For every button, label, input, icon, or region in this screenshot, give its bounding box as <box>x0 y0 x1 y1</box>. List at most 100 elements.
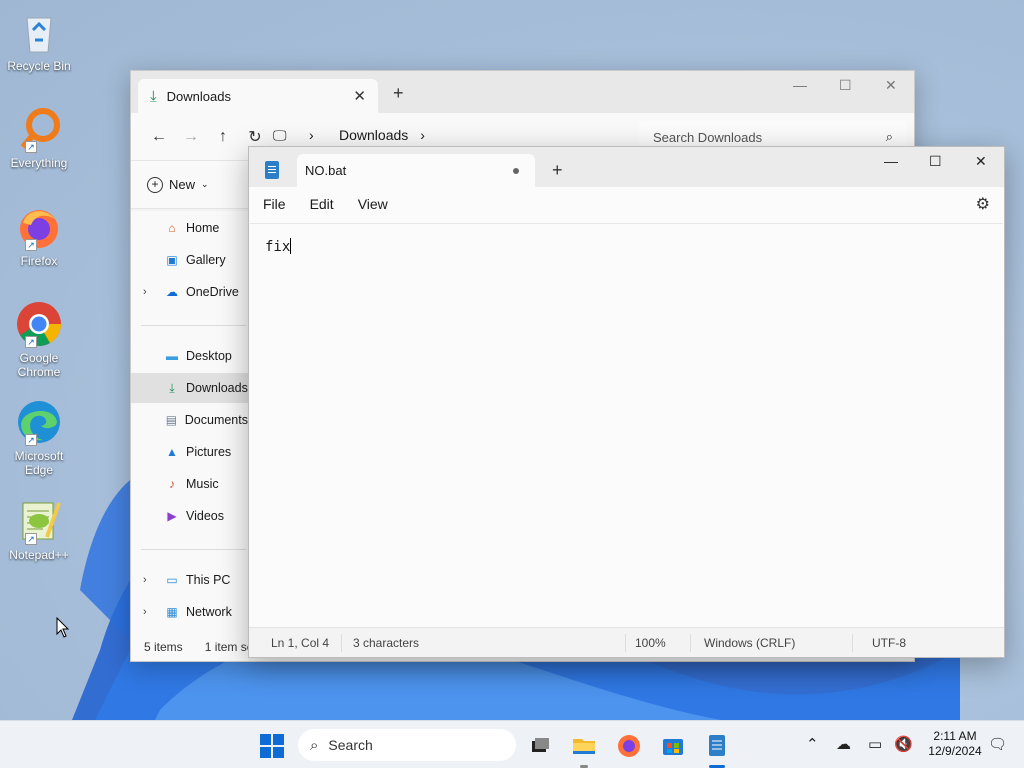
mouse-cursor-icon <box>56 617 70 638</box>
zoom-level[interactable]: 100% <box>635 636 666 650</box>
chrome-icon: ↗ <box>15 300 63 348</box>
sidebar-item-desktop[interactable]: ▬ Desktop <box>131 341 248 371</box>
cloud-offline-icon[interactable]: ☁ <box>836 735 851 753</box>
home-icon: ⌂ <box>168 221 176 235</box>
edge-icon: ↗ <box>15 398 63 446</box>
sidebar-item-music[interactable]: ♪ Music <box>131 469 248 499</box>
maximize-button[interactable]: ☐ <box>929 153 942 170</box>
sidebar-item-label: Home <box>186 221 220 235</box>
desktop-icon-edge[interactable]: ↗ Microsoft Edge <box>4 398 74 477</box>
sidebar-item-documents[interactable]: ▤ Documents <box>131 405 248 435</box>
desktop-icon-firefox[interactable]: ↗ Firefox <box>4 203 74 268</box>
sidebar-item-home[interactable]: ⌂ Home <box>131 213 248 243</box>
download-icon: ⤓ <box>169 380 175 395</box>
sidebar-item-label: Downloads <box>186 381 248 395</box>
settings-gear-icon[interactable]: ⚙ <box>976 194 990 214</box>
refresh-button[interactable]: ↻ <box>239 127 271 147</box>
desktop-icon-chrome[interactable]: ↗ Google Chrome <box>4 300 74 379</box>
menu-edit[interactable]: Edit <box>310 196 334 212</box>
windows-logo-icon <box>273 734 284 745</box>
sidebar-item-this-pc[interactable]: › ▭ This PC <box>131 565 248 595</box>
windows-logo-icon <box>273 747 284 758</box>
start-button[interactable] <box>260 734 284 758</box>
notifications-icon[interactable]: 🗨 <box>988 735 1007 753</box>
sidebar-item-downloads[interactable]: ⤓ Downloads <box>131 373 248 403</box>
sidebar-item-label: Videos <box>186 509 224 523</box>
breadcrumb-downloads[interactable]: Downloads <box>339 127 408 143</box>
selected-count: 1 item se <box>204 640 248 654</box>
close-tab-icon[interactable]: ✕ <box>353 87 366 105</box>
breadcrumb[interactable]: 🖵 › Downloads › <box>273 127 425 144</box>
minimize-button[interactable]: — <box>884 153 898 169</box>
firefox-taskbar-icon[interactable] <box>615 731 643 759</box>
sidebar-item-network[interactable]: › ▦ Network <box>131 597 248 627</box>
download-icon: ⤓ <box>150 87 157 105</box>
sidebar-item-pictures[interactable]: ▲ Pictures <box>131 437 248 467</box>
menu-file[interactable]: File <box>263 196 286 212</box>
close-window-button[interactable]: ✕ <box>885 77 897 94</box>
sidebar-item-gallery[interactable]: ▣ Gallery <box>131 245 248 275</box>
up-button[interactable]: ↑ <box>207 128 239 146</box>
notepad-title-bar: NO.bat + — ☐ ✕ <box>249 147 1004 187</box>
maximize-button[interactable]: ☐ <box>839 77 852 94</box>
chevron-down-icon: ⌄ <box>201 179 209 189</box>
taskbar-search-label: Search <box>328 737 373 753</box>
encoding[interactable]: UTF-8 <box>872 636 906 650</box>
firefox-icon: ↗ <box>15 203 63 251</box>
notepad-taskbar-icon[interactable] <box>703 731 731 759</box>
network-icon[interactable]: ▭ <box>868 735 882 753</box>
desktop-icon-recycle-bin[interactable]: Recycle Bin <box>4 8 74 73</box>
sidebar-divider <box>141 549 246 550</box>
explorer-tab-downloads[interactable]: ⤓ Downloads ✕ <box>138 79 378 113</box>
chevron-right-icon: › <box>309 127 314 143</box>
monitor-icon: 🖵 <box>273 126 287 143</box>
sidebar-item-label: OneDrive <box>186 285 239 299</box>
store-taskbar-icon[interactable] <box>659 731 687 759</box>
desktop-icon-label: Firefox <box>20 254 58 268</box>
system-clock[interactable]: 2:11 AM 12/9/2024 <box>920 729 990 759</box>
desktop-icon-everything[interactable]: ↗ Everything <box>4 105 74 170</box>
item-count: 5 items <box>144 640 183 654</box>
search-placeholder: Search Downloads <box>653 129 763 145</box>
task-view-icon[interactable] <box>526 731 554 759</box>
status-divider <box>625 634 626 652</box>
file-explorer-taskbar-icon[interactable] <box>570 731 598 759</box>
volume-muted-icon[interactable]: 🔇 <box>894 735 913 753</box>
sidebar-item-onedrive[interactable]: › ☁ OneDrive <box>131 277 248 307</box>
notepad-tab[interactable]: NO.bat <box>297 154 535 187</box>
editor-content: fix <box>265 239 291 255</box>
windows-logo-icon <box>260 747 271 758</box>
sidebar-item-label: Desktop <box>186 349 232 363</box>
chevron-right-icon[interactable]: › <box>143 574 147 586</box>
sidebar-item-label: Network <box>186 605 232 619</box>
unsaved-dot-icon[interactable] <box>513 167 519 174</box>
new-tab-button[interactable]: + <box>393 83 404 104</box>
desktop-icon-notepadpp[interactable]: ↗ Notepad++ <box>4 497 74 562</box>
computer-icon: ▭ <box>166 573 178 587</box>
new-tab-button[interactable]: + <box>552 160 563 181</box>
notepad-window: NO.bat + — ☐ ✕ File Edit View ⚙ fix Ln 1… <box>248 146 1005 658</box>
menu-view[interactable]: View <box>358 196 388 212</box>
sidebar-item-label: Gallery <box>186 253 226 267</box>
navigation-pane: ⌂ Home ▣ Gallery › ☁ OneDrive ▬ Desktop ⤓ Dow… <box>131 211 248 635</box>
clock-date: 12/9/2024 <box>928 744 982 758</box>
explorer-tab-bar: ⤓ Downloads ✕ + — ☐ ✕ <box>131 71 914 113</box>
line-ending[interactable]: Windows (CRLF) <box>704 636 795 650</box>
forward-button[interactable]: → <box>175 128 207 146</box>
desktop-folder-icon: ▬ <box>166 349 178 363</box>
sidebar-item-videos[interactable]: ▶ Videos <box>131 501 248 531</box>
clock-time: 2:11 AM <box>933 729 977 743</box>
sidebar-item-label: Pictures <box>186 445 232 459</box>
back-button[interactable]: ← <box>143 128 175 146</box>
close-window-button[interactable]: ✕ <box>975 153 987 170</box>
chevron-right-icon[interactable]: › <box>143 606 147 618</box>
minimize-button[interactable]: — <box>793 77 807 93</box>
new-button[interactable]: + New ⌄ <box>147 176 209 193</box>
taskbar-search-box[interactable]: ⌕ Search <box>298 729 516 761</box>
sidebar-item-label: Music <box>186 477 219 491</box>
chevron-right-icon[interactable]: › <box>143 286 147 298</box>
notepad-text-area[interactable]: fix <box>250 223 1003 627</box>
chevron-up-icon[interactable]: ⌃ <box>806 735 819 753</box>
picture-icon: ▲ <box>166 445 178 459</box>
sidebar-divider <box>141 325 246 326</box>
